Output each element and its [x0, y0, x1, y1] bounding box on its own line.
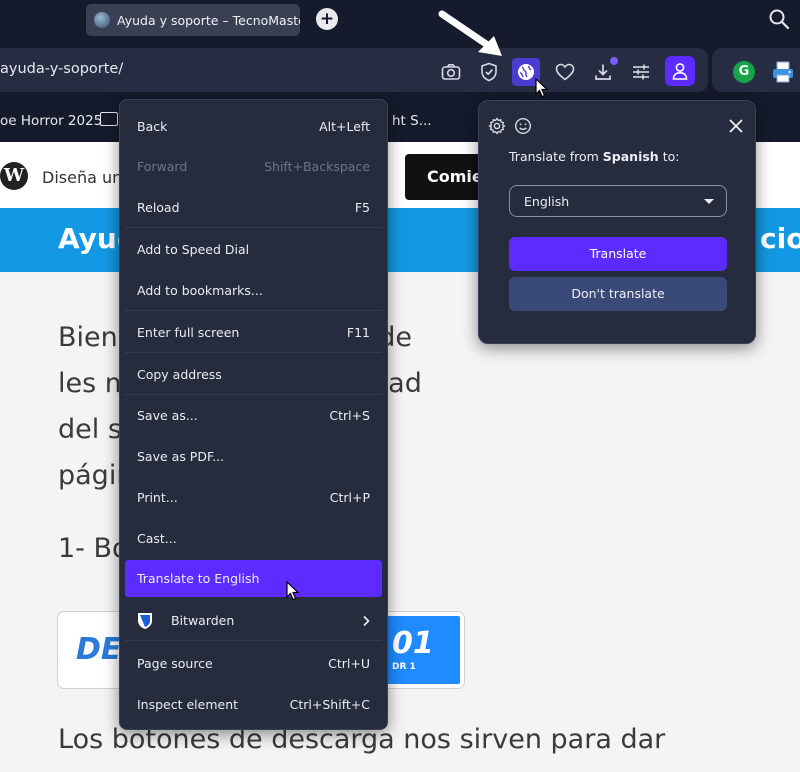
menu-item-translate[interactable]: Translate to English — [125, 560, 382, 597]
menu-item-label: Bitwarden — [171, 613, 235, 628]
menu-item-save-as[interactable]: Save as... Ctrl+S — [125, 397, 382, 434]
menu-item-shortcut: F11 — [346, 325, 370, 340]
heart-icon[interactable] — [553, 60, 577, 84]
menu-item-back[interactable]: Back Alt+Left — [125, 108, 382, 145]
camera-icon[interactable] — [439, 60, 463, 84]
menu-item-label: Page source — [137, 656, 213, 671]
menu-divider — [125, 640, 382, 641]
user-icon — [672, 63, 688, 80]
url-text: ayuda-y-soporte/ — [0, 61, 124, 77]
smile-feedback-icon[interactable] — [514, 117, 532, 135]
printer-extension-icon[interactable] — [771, 60, 795, 84]
menu-item-bitwarden[interactable]: Bitwarden — [125, 602, 382, 639]
menu-item-save-as-pdf[interactable]: Save as PDF... — [125, 438, 382, 475]
menu-item-label: Add to bookmarks... — [137, 283, 263, 298]
dont-translate-button[interactable]: Don't translate — [509, 277, 727, 311]
menu-item-shortcut: Shift+Backspace — [264, 159, 370, 174]
mouse-cursor-icon — [535, 78, 549, 98]
grammarly-icon[interactable]: G — [733, 61, 755, 83]
menu-item-forward[interactable]: Forward Shift+Backspace — [125, 148, 382, 185]
menu-item-label: Forward — [137, 159, 188, 174]
menu-item-cast[interactable]: Cast... — [125, 520, 382, 557]
profile-button[interactable] — [665, 56, 695, 86]
menu-item-shortcut: F5 — [354, 200, 370, 215]
translate-prompt-suffix: to: — [658, 149, 680, 164]
target-language-select[interactable]: English — [509, 185, 727, 217]
menu-divider — [125, 310, 382, 311]
download-indicator-dot — [610, 57, 618, 65]
gear-icon[interactable] — [488, 117, 506, 135]
target-language-value: English — [524, 193, 570, 209]
tab-search-icon[interactable] — [768, 8, 790, 30]
menu-item-full-screen[interactable]: Enter full screen F11 — [125, 314, 382, 351]
menu-item-inspect-element[interactable]: Inspect element Ctrl+Shift+C — [125, 686, 382, 723]
banner-title-right: cio — [760, 222, 800, 255]
menu-item-label: Copy address — [137, 367, 222, 382]
menu-item-print[interactable]: Print... Ctrl+P — [125, 479, 382, 516]
menu-item-label: Cast... — [137, 531, 177, 546]
source-language: Spanish — [602, 149, 659, 164]
menu-item-add-to-bookmarks[interactable]: Add to bookmarks... — [125, 272, 382, 309]
section-heading: 1- Bo — [58, 533, 129, 564]
menu-divider — [125, 352, 382, 353]
menu-item-label: Translate to English — [137, 571, 260, 586]
site-favicon-icon — [94, 12, 110, 28]
menu-divider — [125, 394, 382, 395]
download-image-text-right: 01 — [392, 626, 434, 661]
menu-item-shortcut: Alt+Left — [319, 119, 370, 134]
caret-down-icon — [704, 198, 714, 204]
context-menu: Back Alt+Left Forward Shift+Backspace Relo… — [119, 99, 388, 730]
translate-popup: Translate from Spanish to: English Trans… — [478, 100, 756, 344]
translate-prompt: Translate from Spanish to: — [509, 149, 679, 164]
menu-item-copy-address[interactable]: Copy address — [125, 356, 382, 393]
close-icon[interactable] — [727, 117, 745, 135]
translate-prompt-prefix: Translate from — [509, 149, 603, 164]
translate-button[interactable]: Translate — [509, 237, 727, 271]
wordpress-bar-text: Diseña un — [42, 168, 123, 187]
menu-item-reload[interactable]: Reload F5 — [125, 189, 382, 226]
easy-setup-icon[interactable] — [629, 60, 653, 84]
pointer-arrow-annotation — [438, 10, 502, 56]
menu-item-label: Add to Speed Dial — [137, 242, 250, 257]
menu-item-page-source[interactable]: Page source Ctrl+U — [125, 645, 382, 682]
new-tab-button[interactable]: + — [316, 8, 338, 30]
browser-tab[interactable]: Ayuda y soporte – TecnoMaster — [86, 4, 300, 36]
bookmark-item[interactable]: oe Horror 2025 — [0, 113, 102, 129]
mouse-cursor-icon — [286, 581, 300, 601]
download-image-small-text: DR 1 — [392, 662, 416, 672]
menu-item-label: Inspect element — [137, 697, 239, 712]
bitwarden-shield-icon — [138, 612, 152, 629]
menu-item-label: Back — [137, 119, 168, 134]
tab-title: Ayuda y soporte – TecnoMaster — [117, 12, 300, 28]
menu-item-label: Print... — [137, 490, 178, 505]
menu-item-label: Reload — [137, 200, 180, 215]
menu-item-label: Save as... — [137, 408, 198, 423]
menu-item-shortcut: Ctrl+P — [329, 490, 370, 505]
menu-item-label: Enter full screen — [137, 325, 240, 340]
folder-icon[interactable] — [100, 112, 118, 126]
wordpress-logo-icon[interactable]: W — [0, 162, 28, 190]
menu-item-shortcut: Ctrl+U — [328, 656, 370, 671]
menu-item-label: Save as PDF... — [137, 449, 225, 464]
menu-item-shortcut: Ctrl+Shift+C — [289, 697, 370, 712]
tab-bar: Ayuda y soporte – TecnoMaster + — [0, 0, 800, 40]
shield-icon[interactable] — [477, 60, 501, 84]
menu-divider — [125, 227, 382, 228]
bookmark-item[interactable]: ht S... — [392, 113, 432, 129]
menu-item-add-to-speed-dial[interactable]: Add to Speed Dial — [125, 231, 382, 268]
menu-item-shortcut: Ctrl+S — [329, 408, 370, 423]
chevron-right-icon — [363, 615, 370, 626]
